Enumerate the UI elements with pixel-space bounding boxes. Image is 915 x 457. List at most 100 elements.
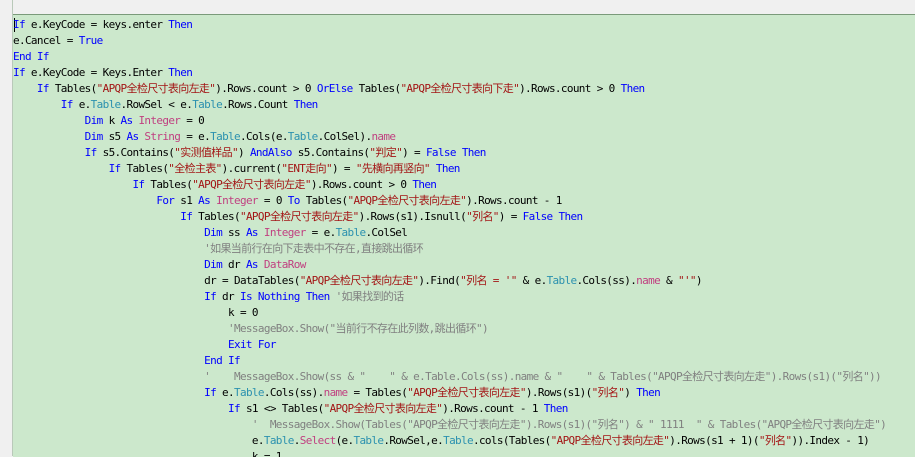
code-token: "列名 = '"	[460, 274, 517, 287]
code-token: Then	[558, 210, 584, 223]
code-token: Table	[546, 274, 578, 287]
code-token: = 0	[257, 194, 288, 207]
code-token: e.	[72, 98, 92, 111]
code-token: s1 <> Tables(	[239, 402, 324, 415]
code-token: ' MessageBox.Show(Tables("APQP全检尺寸表向左走")…	[251, 418, 887, 431]
code-line[interactable]: ' MessageBox.Show(ss & " " & e.Table.Col…	[13, 369, 886, 385]
code-token: If	[180, 210, 193, 223]
code-token: name	[323, 386, 349, 399]
code-token: "APQP全检尺寸表向下走"	[400, 82, 520, 95]
code-token: Then	[620, 82, 646, 95]
code-token: If	[84, 146, 98, 159]
code-token: Table	[335, 226, 367, 239]
code-token: = Tables(	[347, 386, 408, 399]
code-token: ).Rows(s1)(	[525, 386, 592, 399]
code-token: Dim	[204, 226, 223, 239]
code-token: "'"	[677, 274, 697, 287]
code-line[interactable]: Exit For	[13, 337, 886, 353]
code-token: e.KeyCode = keys.enter	[24, 18, 169, 31]
code-token: Table	[90, 98, 122, 111]
code-line[interactable]: If s1 <> Tables("APQP全检尺寸表向左走").Rows.cou…	[13, 401, 886, 417]
code-line[interactable]: Dim ss As Integer = e.Table.ColSel	[13, 225, 886, 241]
code-line[interactable]: ' MessageBox.Show(Tables("APQP全检尺寸表向左走")…	[13, 417, 887, 433]
code-token: ).Find(	[418, 274, 461, 287]
code-token: Table	[263, 434, 295, 447]
code-line[interactable]: e.Cancel = True	[13, 33, 886, 49]
code-line[interactable]: End If	[13, 353, 886, 369]
code-line[interactable]: Dim k As Integer = 0	[13, 113, 886, 129]
code-token: AndAlso	[249, 146, 292, 159]
code-line[interactable]: If Tables("APQP全检尺寸表向左走").Rows.count > 0…	[13, 177, 886, 193]
code-token: Table	[353, 434, 384, 447]
code-token: If	[36, 82, 50, 95]
code-token: Then	[168, 66, 193, 79]
code-token: Then	[293, 98, 319, 111]
code-token: k = 0	[13, 306, 259, 319]
code-token: For	[156, 194, 175, 207]
code-token: .RowSel < e.	[120, 98, 193, 111]
code-token: "全检主表"	[168, 162, 222, 175]
code-line[interactable]: '如果当前行在向下走表中不存在,直接跳出循环	[13, 241, 886, 257]
code-token: e.	[216, 386, 235, 399]
code-token: If	[228, 402, 241, 415]
code-token: ).Rows.count > 0	[519, 82, 621, 95]
code-token: = e.	[305, 226, 337, 239]
code-token: )	[237, 146, 250, 159]
code-token: ).Rows(s1).Isnull(	[358, 210, 467, 223]
code-token: k	[102, 114, 121, 127]
code-line[interactable]: If e.KeyCode = Keys.Enter Then	[13, 65, 886, 81]
code-token: DataRow	[263, 258, 306, 271]
code-line[interactable]: If e.Table.RowSel < e.Table.Rows.Count T…	[13, 97, 886, 113]
code-token: "列名"	[466, 210, 499, 223]
code-line[interactable]: If e.KeyCode = keys.enter Then	[13, 17, 886, 33]
code-token: 'MessageBox.Show("当前行不存在此列数,跳出循环")	[228, 322, 489, 335]
code-line[interactable]: If s5.Contains("实测值样品") AndAlso s5.Conta…	[13, 145, 886, 161]
code-line[interactable]: 'MessageBox.Show("当前行不存在此列数,跳出循环")	[13, 321, 886, 337]
code-line[interactable]: If Tables("APQP全检尺寸表向左走").Rows(s1).Isnul…	[13, 209, 886, 225]
code-line[interactable]: Dim dr As DataRow	[13, 257, 886, 273]
code-token: .RowSel,e.	[383, 434, 444, 447]
code-token: As	[120, 114, 134, 127]
code-line[interactable]: If dr Is Nothing Then '如果找到的话	[13, 289, 886, 305]
code-token: name	[371, 130, 396, 143]
code-line[interactable]: k = 0	[13, 305, 886, 321]
code-token: e.KeyCode = Keys.Enter	[24, 66, 169, 79]
code-token: As	[245, 226, 259, 239]
code-token: "先横向再竖向"	[355, 162, 431, 175]
code-token: Tables(	[299, 194, 348, 207]
code-editor[interactable]: If e.KeyCode = keys.enter Then e.Cancel =…	[13, 14, 915, 457]
code-token: If	[13, 66, 26, 79]
code-token: ss	[222, 226, 246, 239]
code-token: Then	[461, 146, 487, 159]
code-token: (e.	[335, 434, 355, 447]
code-token: s5.Contains(	[96, 146, 175, 159]
code-token: "APQP全检尺寸表向左走"	[550, 434, 670, 447]
code-line[interactable]: dr = DataTables("APQP全检尺寸表向左走").Find("列名…	[13, 273, 886, 289]
code-token: Select	[299, 434, 336, 447]
code-token: "列名"	[591, 386, 625, 399]
code-token: True	[78, 34, 104, 47]
code-token: '如果当前行在向下走表中不存在,直接跳出循环	[204, 242, 424, 255]
code-line[interactable]: For s1 As Integer = 0 To Tables("APQP全检尺…	[13, 193, 886, 209]
code-token: String	[144, 130, 181, 143]
code-line[interactable]: e.Table.Select(e.Table.RowSel,e.Table.co…	[13, 433, 886, 449]
code-line[interactable]: If Tables("全检主表").current("ENT走向") = "先横…	[13, 161, 886, 177]
code-token: '如果找到的话	[335, 290, 405, 303]
code-token: If	[60, 98, 74, 111]
code-line[interactable]: If Tables("APQP全检尺寸表向左走").Rows.count > 0…	[13, 81, 886, 97]
code-token: Table	[443, 434, 474, 447]
code-line[interactable]: If e.Table.Cols(ss).name = Tables("APQP全…	[13, 385, 886, 401]
code-token: name	[636, 274, 661, 287]
code-line[interactable]: Dim s5 As String = e.Table.Cols(e.Table.…	[13, 129, 886, 145]
code-token: If	[204, 290, 217, 303]
code-line[interactable]: End If	[13, 49, 886, 65]
code-token: "APQP全检尺寸表向左走"	[96, 82, 216, 95]
